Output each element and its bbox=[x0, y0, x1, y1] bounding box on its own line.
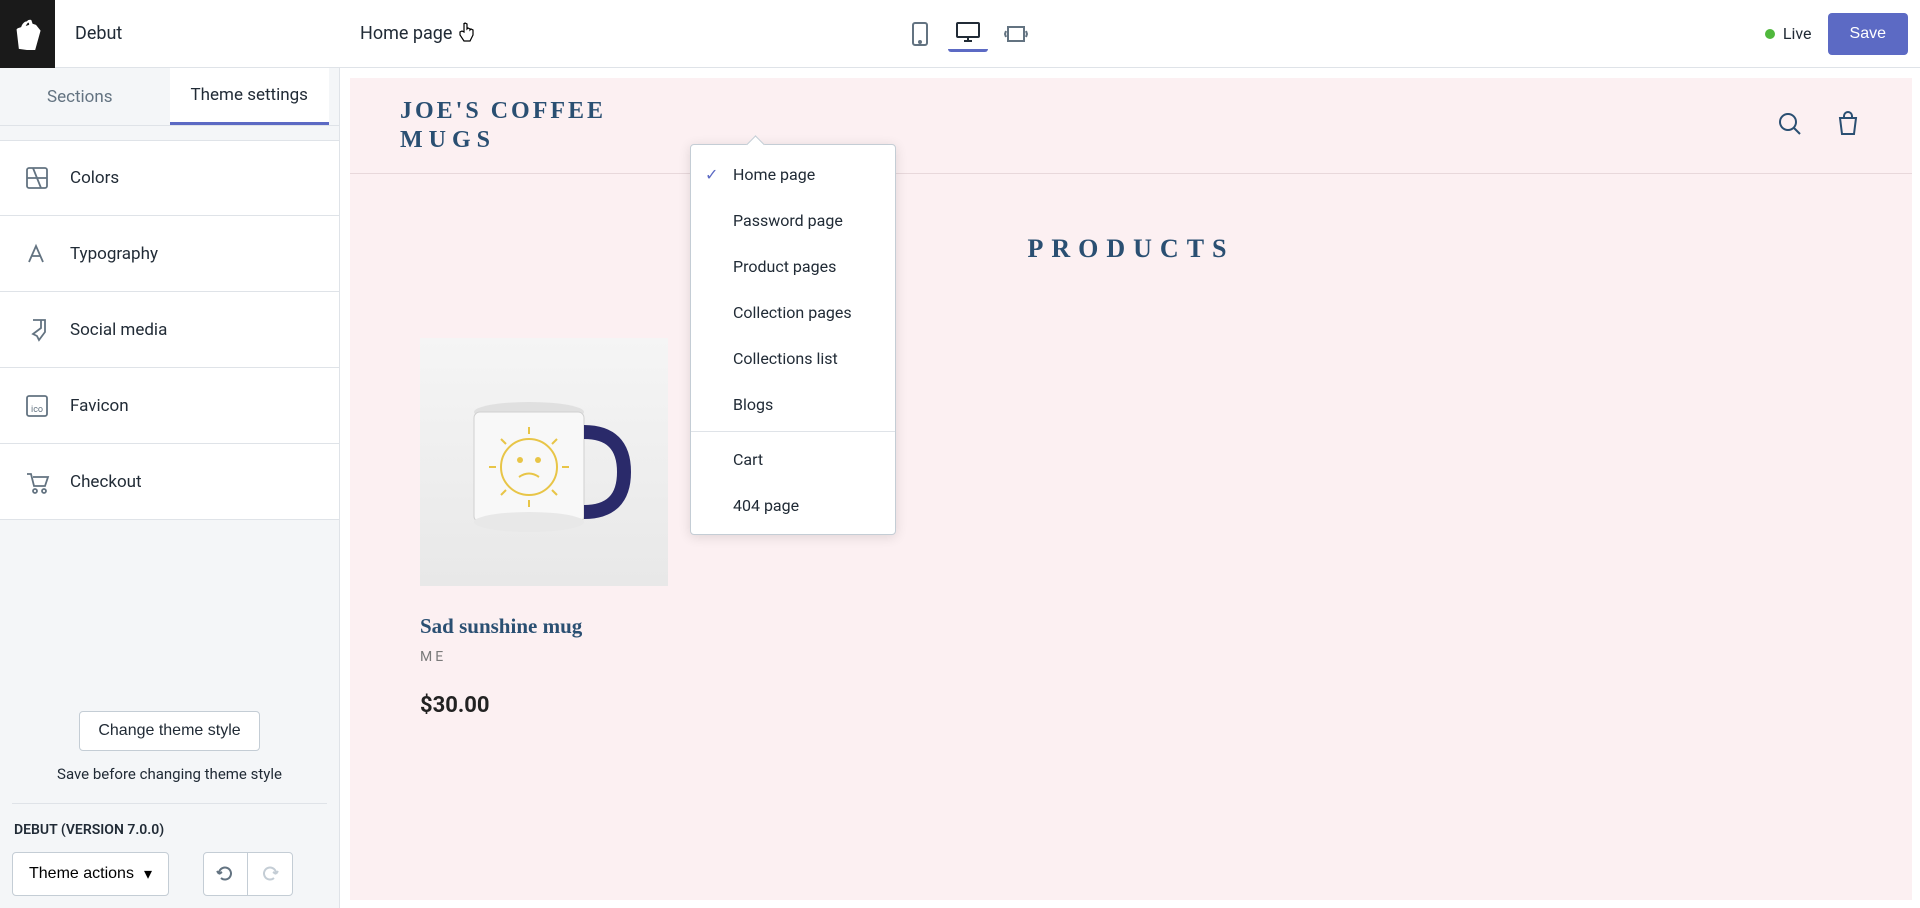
cart-icon[interactable] bbox=[1834, 110, 1862, 142]
shopify-logo[interactable] bbox=[0, 0, 55, 68]
change-theme-style-button[interactable]: Change theme style bbox=[79, 711, 259, 751]
product-card[interactable]: Sad sunshine mug ME $30.00 bbox=[420, 338, 668, 718]
dropdown-item-collections-list[interactable]: Collections list bbox=[691, 335, 895, 381]
favicon-icon: ico bbox=[22, 392, 52, 420]
page-selector-label: Home page bbox=[360, 23, 452, 44]
desktop-view-button[interactable] bbox=[948, 16, 988, 52]
dropdown-item-product-pages[interactable]: Product pages bbox=[691, 243, 895, 289]
product-price: $30.00 bbox=[420, 693, 668, 718]
save-button[interactable]: Save bbox=[1828, 13, 1908, 55]
setting-checkout[interactable]: Checkout bbox=[0, 444, 339, 520]
live-dot-icon bbox=[1765, 29, 1775, 39]
product-image bbox=[420, 338, 668, 586]
theme-version: DEBUT (VERSION 7.0.0) bbox=[12, 822, 327, 838]
setting-label: Social media bbox=[70, 320, 167, 340]
setting-typography[interactable]: Typography bbox=[0, 216, 339, 292]
theme-name: Debut bbox=[55, 23, 122, 44]
setting-label: Colors bbox=[70, 168, 119, 188]
dropdown-item-404-page[interactable]: 404 page bbox=[691, 482, 895, 528]
setting-label: Typography bbox=[70, 244, 158, 264]
product-title: Sad sunshine mug bbox=[420, 614, 668, 639]
setting-favicon[interactable]: ico Favicon bbox=[0, 368, 339, 444]
mobile-view-button[interactable] bbox=[900, 16, 940, 52]
cursor-pointer-icon bbox=[458, 21, 476, 47]
dropdown-item-blogs[interactable]: Blogs bbox=[691, 381, 895, 427]
store-brand[interactable]: JOE'S COFFEE MUGS bbox=[400, 97, 606, 155]
search-icon[interactable] bbox=[1776, 110, 1804, 142]
setting-label: Checkout bbox=[70, 472, 142, 492]
dropdown-item-home-page[interactable]: ✓ Home page bbox=[691, 151, 895, 197]
setting-label: Favicon bbox=[70, 396, 129, 416]
warning-text: Save before changing theme style bbox=[12, 765, 327, 783]
products-heading: PRODUCTS bbox=[350, 234, 1912, 264]
caret-down-icon: ▾ bbox=[144, 864, 152, 884]
product-vendor: ME bbox=[420, 649, 668, 665]
page-dropdown: ✓ Home page Password page Product pages … bbox=[690, 144, 896, 535]
setting-colors[interactable]: Colors bbox=[0, 140, 339, 216]
store-header: JOE'S COFFEE MUGS bbox=[350, 78, 1912, 174]
dropdown-item-password-page[interactable]: Password page bbox=[691, 197, 895, 243]
redo-button[interactable] bbox=[248, 853, 292, 895]
dropdown-item-cart[interactable]: Cart bbox=[691, 436, 895, 482]
dropdown-item-collection-pages[interactable]: Collection pages bbox=[691, 289, 895, 335]
checkout-icon bbox=[22, 468, 52, 496]
typography-icon bbox=[22, 240, 52, 268]
undo-button[interactable] bbox=[204, 853, 248, 895]
live-status: Live bbox=[1765, 24, 1812, 43]
svg-text:ico: ico bbox=[31, 405, 43, 415]
theme-actions-button[interactable]: Theme actions ▾ bbox=[12, 852, 169, 896]
setting-social-media[interactable]: Social media bbox=[0, 292, 339, 368]
page-selector[interactable]: Home page bbox=[360, 21, 476, 47]
tab-sections[interactable]: Sections bbox=[0, 68, 160, 125]
colors-icon bbox=[22, 164, 52, 192]
tab-theme-settings[interactable]: Theme settings bbox=[170, 68, 330, 125]
social-media-icon bbox=[22, 316, 52, 344]
fullscreen-view-button[interactable] bbox=[996, 16, 1036, 52]
check-icon: ✓ bbox=[705, 165, 718, 184]
